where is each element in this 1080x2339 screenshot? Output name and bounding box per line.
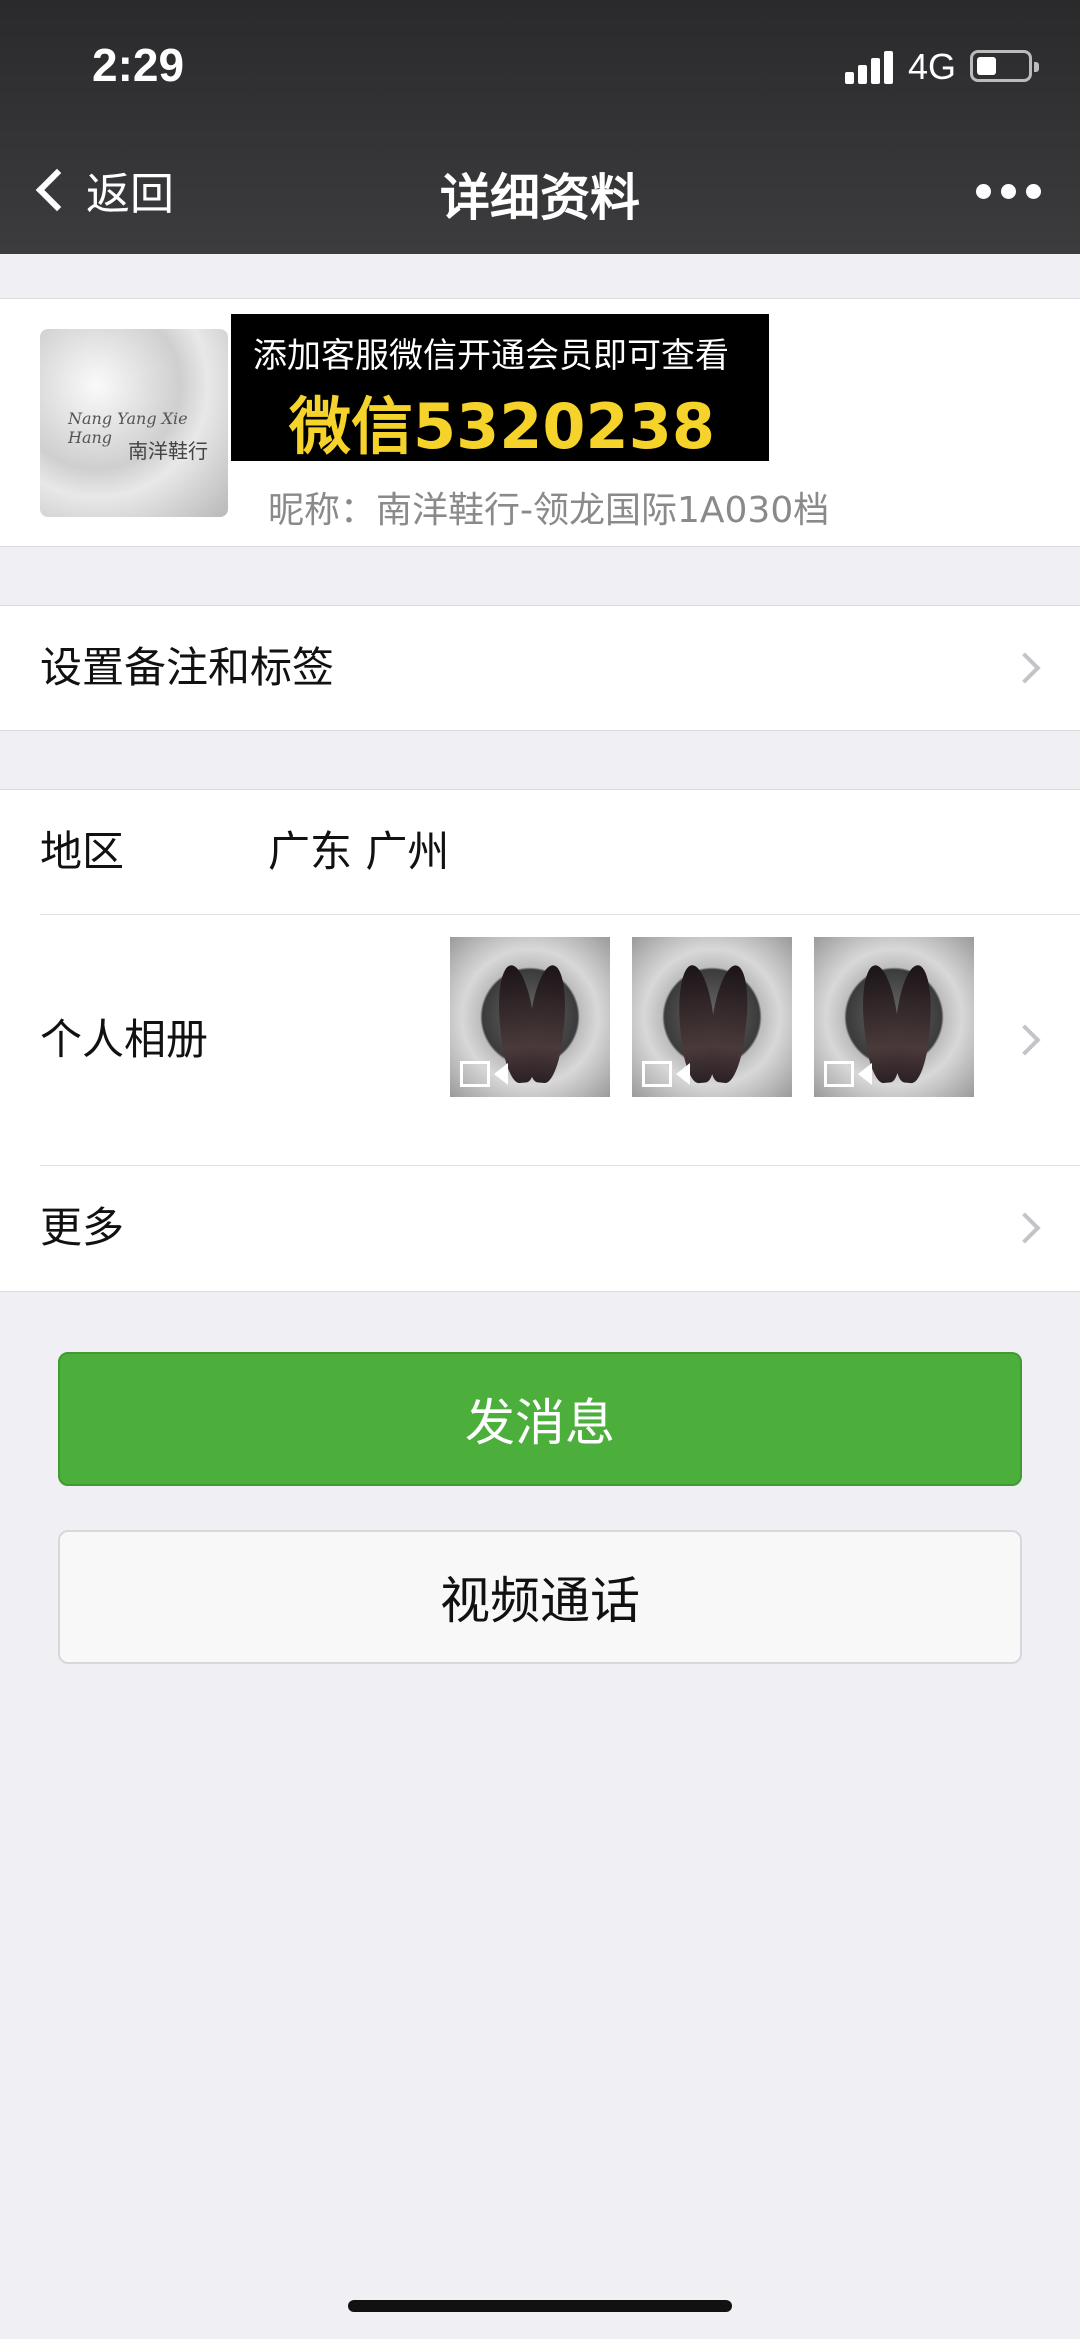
network-label: 4G [908, 46, 957, 87]
video-icon [824, 1061, 876, 1087]
more-label: 更多 [40, 1203, 125, 1252]
signal-icon [845, 50, 895, 84]
more-row[interactable]: 更多 [0, 1166, 1080, 1290]
remark-label: 设置备注和标签 [40, 643, 335, 692]
send-message-button[interactable]: 发消息 [58, 1352, 1022, 1486]
avatar-cn-text: 南洋鞋行 [128, 439, 208, 463]
status-time: 2:29 [92, 39, 185, 91]
remark-row[interactable]: 设置备注和标签 [0, 606, 1080, 730]
profile-card: Nang Yang Xie Hang 南洋鞋行 添加客服微信开通会员即可查看 微… [0, 298, 1080, 547]
region-label: 地区 [40, 827, 125, 876]
battery-icon [970, 50, 1039, 82]
album-thumbnail[interactable] [814, 937, 974, 1097]
video-call-button[interactable]: 视频通话 [58, 1530, 1022, 1664]
region-value: 广东 广州 [268, 827, 450, 876]
nickname: 昵称：南洋鞋行-领龙国际1A030档 [268, 490, 830, 531]
info-group: 地区 广东 广州 个人相册 更多 [0, 789, 1080, 1292]
promo-banner: 添加客服微信开通会员即可查看 微信5320238 [231, 314, 769, 463]
promo-line1: 添加客服微信开通会员即可查看 [253, 336, 729, 376]
album-thumbnail[interactable] [632, 937, 792, 1097]
remark-group: 设置备注和标签 [0, 605, 1080, 731]
chevron-right-icon [1009, 1024, 1041, 1056]
page-title: 详细资料 [440, 169, 640, 227]
chevron-right-icon [1009, 1212, 1041, 1244]
more-dots-icon[interactable] [976, 184, 1041, 199]
avatar[interactable]: Nang Yang Xie Hang 南洋鞋行 [40, 329, 228, 517]
chevron-right-icon [1009, 652, 1041, 684]
album-thumbnail[interactable] [450, 937, 610, 1097]
album-row[interactable]: 个人相册 [0, 915, 1080, 1165]
video-icon [642, 1061, 694, 1087]
promo-line2: 微信5320238 [289, 390, 715, 463]
album-label: 个人相册 [40, 1015, 209, 1064]
region-row: 地区 广东 广州 [0, 790, 1080, 914]
nav-header: 2:29 4G 返回 详细资料 [0, 0, 1080, 254]
home-indicator[interactable] [348, 2300, 732, 2312]
video-icon [460, 1061, 512, 1087]
